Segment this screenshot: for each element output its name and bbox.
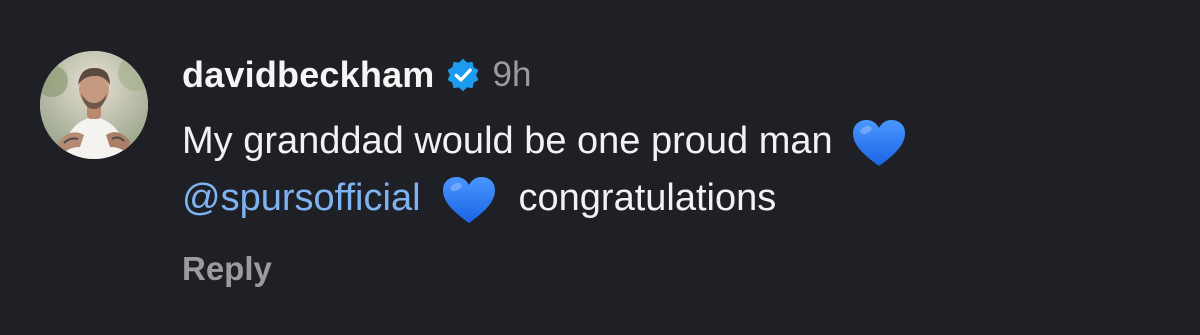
comment: davidbeckham 9h My granddad would be one… bbox=[0, 0, 1200, 335]
comment-header: davidbeckham 9h bbox=[182, 50, 531, 100]
verified-badge-icon bbox=[445, 57, 481, 93]
comment-text-end: congratulations bbox=[518, 176, 777, 219]
reply-button[interactable]: Reply bbox=[182, 250, 272, 288]
comment-text: My granddad would be one proud man bbox=[182, 119, 833, 162]
username[interactable]: davidbeckham bbox=[182, 54, 435, 96]
comment-text-line-2: @spursofficial congratulations bbox=[182, 167, 776, 229]
blue-heart-icon bbox=[441, 175, 497, 225]
avatar-photo bbox=[40, 51, 148, 159]
mention-link[interactable]: @spursofficial bbox=[182, 177, 421, 220]
timestamp: 9h bbox=[492, 55, 532, 94]
avatar[interactable] bbox=[40, 51, 148, 159]
blue-heart-icon bbox=[851, 118, 907, 168]
comment-text-line-1: My granddad would be one proud man bbox=[182, 110, 907, 172]
